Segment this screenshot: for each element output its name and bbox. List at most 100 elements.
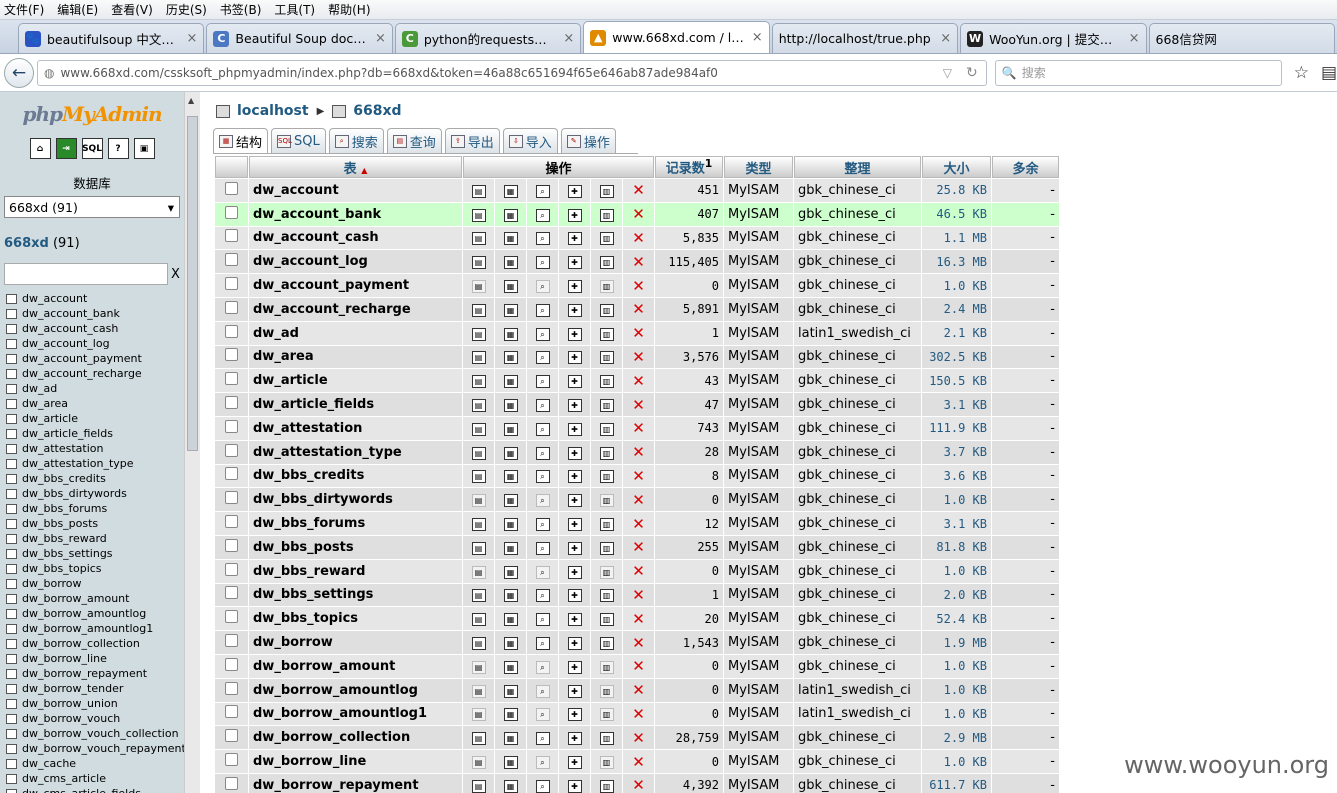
insert-icon[interactable]: ✚ — [567, 327, 582, 341]
drop-action[interactable]: ✕ — [623, 464, 654, 488]
row-checkbox-cell[interactable] — [215, 393, 248, 416]
sidebar-table-name[interactable]: dw_bbs_topics — [22, 562, 102, 575]
table-size[interactable]: 611.7 KB — [922, 773, 991, 793]
table-name[interactable]: dw_account_cash — [249, 226, 462, 250]
table-size[interactable]: 3.1 KB — [922, 512, 991, 535]
structure-action[interactable]: ▦ — [495, 274, 526, 297]
browse-action[interactable]: ▤ — [463, 726, 494, 750]
sidebar-table-item[interactable]: dw_borrow_collection — [0, 636, 184, 651]
structure-icon[interactable]: ▦ — [503, 637, 518, 651]
browse-table-icon[interactable] — [6, 413, 17, 424]
insert-action[interactable]: ✚ — [559, 179, 590, 202]
drop-action[interactable]: ✕ — [623, 726, 654, 750]
drop-action[interactable]: ✕ — [623, 773, 654, 793]
browse-table-icon[interactable] — [6, 533, 17, 544]
drop-action[interactable]: ✕ — [623, 654, 654, 678]
insert-icon[interactable]: ✚ — [567, 351, 582, 365]
sidebar-table-name[interactable]: dw_bbs_reward — [22, 532, 107, 545]
search-action[interactable]: ⌕ — [527, 321, 558, 345]
drop-action[interactable]: ✕ — [623, 321, 654, 345]
browse-action[interactable]: ▤ — [463, 631, 494, 654]
sidebar-table-name[interactable]: dw_attestation_type — [22, 457, 134, 470]
sidebar-table-item[interactable]: dw_account_bank — [0, 306, 184, 321]
browse-table-icon[interactable] — [6, 518, 17, 529]
browse-icon[interactable]: ▤ — [471, 589, 486, 603]
empty-action[interactable]: ▥ — [591, 345, 622, 369]
sidebar-table-name[interactable]: dw_ad — [22, 382, 57, 395]
empty-icon[interactable]: ▥ — [599, 684, 614, 698]
browse-icon[interactable]: ▤ — [471, 232, 486, 246]
table-size[interactable]: 1.0 KB — [922, 702, 991, 726]
table-size[interactable]: 111.9 KB — [922, 416, 991, 440]
search-icon[interactable]: ⌕ — [535, 660, 550, 674]
row-checkbox[interactable] — [225, 205, 238, 219]
search-icon[interactable]: ⌕ — [535, 446, 550, 460]
row-checkbox[interactable] — [225, 681, 238, 695]
drop-action[interactable]: ✕ — [623, 607, 654, 631]
browse-action[interactable]: ▤ — [463, 702, 494, 726]
table-name[interactable]: dw_ad — [249, 321, 462, 345]
structure-action[interactable]: ▦ — [495, 202, 526, 226]
sidebar-table-name[interactable]: dw_account_cash — [22, 322, 118, 335]
empty-action[interactable]: ▥ — [591, 321, 622, 345]
table-size[interactable]: 16.3 MB — [922, 250, 991, 274]
empty-action[interactable]: ▥ — [591, 535, 622, 559]
search-action[interactable]: ⌕ — [527, 179, 558, 202]
insert-icon[interactable]: ✚ — [567, 422, 582, 436]
sidebar-table-item[interactable]: dw_account — [0, 291, 184, 306]
insert-action[interactable]: ✚ — [559, 654, 590, 678]
address-bar[interactable]: ◍ www.668xd.com/cssksoft_phpmyadmin/inde… — [37, 59, 987, 86]
table-row[interactable]: dw_borrow_amountlog ▤ ▦ ⌕ ✚ ▥ ✕ 0 MyISAM latin1_s… — [215, 678, 1059, 702]
browse-action[interactable]: ▤ — [463, 393, 494, 416]
pma-tab-0[interactable]: ▦ 结构 — [213, 128, 269, 153]
browse-icon[interactable]: ▤ — [471, 732, 486, 746]
table-name[interactable]: dw_borrow_amount — [249, 654, 462, 678]
row-checkbox[interactable] — [225, 657, 238, 671]
sidebar-table-name[interactable]: dw_account_bank — [22, 307, 120, 320]
browse-icon[interactable]: ▤ — [471, 303, 486, 317]
row-checkbox[interactable] — [225, 634, 238, 648]
insert-icon[interactable]: ✚ — [567, 446, 582, 460]
structure-action[interactable]: ▦ — [495, 512, 526, 535]
empty-icon[interactable]: ▥ — [599, 375, 614, 389]
browse-action[interactable]: ▤ — [463, 512, 494, 535]
menu-item-6[interactable]: 帮助(H) — [328, 1, 370, 18]
sidebar-table-item[interactable]: dw_cache — [0, 756, 184, 771]
table-name[interactable]: dw_borrow_collection — [249, 726, 462, 750]
search-action[interactable]: ⌕ — [527, 488, 558, 512]
sidebar-table-name[interactable]: dw_cache — [22, 757, 76, 770]
browse-action[interactable]: ▤ — [463, 464, 494, 488]
search-action[interactable]: ⌕ — [527, 654, 558, 678]
empty-icon[interactable]: ▥ — [599, 422, 614, 436]
browse-table-icon[interactable] — [6, 713, 17, 724]
table-row[interactable]: dw_bbs_reward ▤ ▦ ⌕ ✚ ▥ ✕ 0 MyISAM gbk_chinese_ci… — [215, 559, 1059, 583]
structure-icon[interactable]: ▦ — [503, 732, 518, 746]
row-checkbox-cell[interactable] — [215, 559, 248, 583]
insert-icon[interactable]: ✚ — [567, 660, 582, 674]
table-row[interactable]: dw_account_cash ▤ ▦ ⌕ ✚ ▥ ✕ 5,835 MyISAM gbk_chin… — [215, 226, 1059, 250]
row-checkbox[interactable] — [225, 776, 238, 790]
structure-icon[interactable]: ▦ — [503, 470, 518, 484]
drop-action[interactable]: ✕ — [623, 179, 654, 202]
table-name[interactable]: dw_borrow_amountlog1 — [249, 702, 462, 726]
drop-action[interactable]: ✕ — [623, 393, 654, 416]
row-checkbox[interactable] — [225, 491, 238, 505]
insert-icon[interactable]: ✚ — [567, 779, 582, 793]
current-database[interactable]: 668xd (91) — [4, 236, 184, 251]
docs-icon[interactable]: ▣ — [133, 138, 155, 159]
browse-table-icon[interactable] — [6, 458, 17, 469]
header-rows[interactable]: 记录数1 — [655, 156, 723, 178]
structure-icon[interactable]: ▦ — [503, 756, 518, 770]
menu-item-1[interactable]: 编辑(E) — [57, 1, 98, 18]
insert-action[interactable]: ✚ — [559, 202, 590, 226]
row-checkbox[interactable] — [225, 324, 238, 338]
structure-action[interactable]: ▦ — [495, 250, 526, 274]
search-icon[interactable]: ⌕ — [535, 184, 550, 198]
sidebar-table-name[interactable]: dw_borrow — [22, 577, 82, 590]
sidebar-table-name[interactable]: dw_area — [22, 397, 68, 410]
search-action[interactable]: ⌕ — [527, 750, 558, 773]
empty-icon[interactable]: ▥ — [599, 446, 614, 460]
empty-action[interactable]: ▥ — [591, 773, 622, 793]
search-icon[interactable]: ⌕ — [535, 208, 550, 222]
table-row[interactable]: dw_account ▤ ▦ ⌕ ✚ ▥ ✕ 451 MyISAM gbk_chinese_ci 2… — [215, 179, 1059, 202]
